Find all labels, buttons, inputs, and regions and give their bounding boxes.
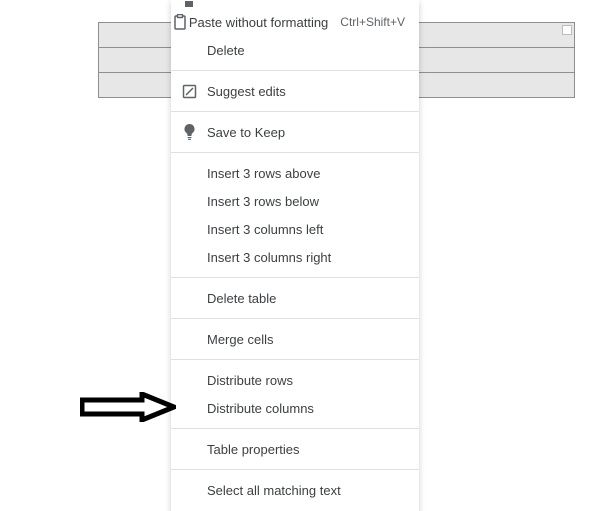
menu-separator	[171, 277, 419, 278]
menu-separator	[171, 70, 419, 71]
menu-separator	[171, 428, 419, 429]
menu-item-shortcut: Ctrl+Shift+V	[340, 15, 405, 29]
menu-separator	[171, 111, 419, 112]
menu-item-insert-columns-left[interactable]: Insert 3 columns left	[171, 215, 419, 243]
menu-item-insert-rows-above[interactable]: Insert 3 rows above	[171, 159, 419, 187]
menu-item-label: Distribute rows	[207, 374, 405, 387]
menu-item-delete-table[interactable]: Delete table	[171, 284, 419, 312]
menu-item-suggest-edits[interactable]: Suggest edits	[171, 77, 419, 105]
menu-item-label: Delete table	[207, 292, 405, 305]
menu-item-label: Select all matching text	[207, 484, 405, 497]
menu-item-label: Save to Keep	[207, 126, 405, 139]
menu-separator	[171, 318, 419, 319]
menu-item-select-matching-text[interactable]: Select all matching text	[171, 476, 419, 504]
menu-item-label: Insert 3 rows below	[207, 195, 405, 208]
paste-icon	[185, 1, 193, 7]
suggest-edits-icon	[171, 84, 207, 99]
menu-item-label: Paste without formatting	[189, 16, 328, 29]
menu-item-paste-without-formatting[interactable]: Paste without formatting Ctrl+Shift+V	[171, 8, 419, 36]
menu-item-label: Distribute columns	[207, 402, 405, 415]
annotation-arrow-icon	[80, 392, 176, 422]
menu-item-insert-columns-right[interactable]: Insert 3 columns right	[171, 243, 419, 271]
menu-item-distribute-rows[interactable]: Distribute rows	[171, 366, 419, 394]
menu-item-delete[interactable]: Delete	[171, 36, 419, 64]
menu-item-label: Insert 3 columns left	[207, 223, 405, 236]
menu-item-cutoff	[171, 0, 419, 8]
context-menu: Paste without formatting Ctrl+Shift+V De…	[171, 0, 419, 511]
clipboard-icon	[171, 14, 189, 30]
menu-item-table-properties[interactable]: Table properties	[171, 435, 419, 463]
menu-item-label: Delete	[207, 44, 405, 57]
menu-item-label: Table properties	[207, 443, 405, 456]
menu-item-label: Insert 3 rows above	[207, 167, 405, 180]
lightbulb-icon	[171, 124, 207, 140]
menu-item-label: Suggest edits	[207, 85, 405, 98]
cell-handle-icon	[562, 25, 572, 35]
menu-item-update-normal-text[interactable]: Update 'Normal text' to match	[171, 504, 419, 511]
menu-item-label: Insert 3 columns right	[207, 251, 405, 264]
menu-item-insert-rows-below[interactable]: Insert 3 rows below	[171, 187, 419, 215]
menu-item-save-to-keep[interactable]: Save to Keep	[171, 118, 419, 146]
menu-item-distribute-columns[interactable]: Distribute columns	[171, 394, 419, 422]
menu-separator	[171, 469, 419, 470]
menu-separator	[171, 359, 419, 360]
menu-item-label: Merge cells	[207, 333, 405, 346]
menu-separator	[171, 152, 419, 153]
menu-item-merge-cells[interactable]: Merge cells	[171, 325, 419, 353]
